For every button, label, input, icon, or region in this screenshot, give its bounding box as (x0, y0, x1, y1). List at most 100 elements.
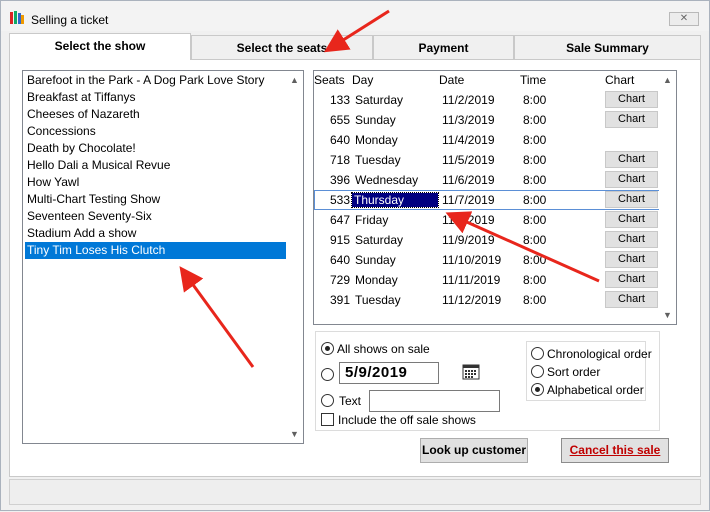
cancel-sale-button[interactable]: Cancel this sale (561, 438, 669, 463)
date-radio[interactable] (321, 368, 334, 381)
chart-button[interactable]: Chart (605, 291, 658, 308)
list-item[interactable]: Barefoot in the Park - A Dog Park Love S… (25, 72, 287, 89)
table-row[interactable]: 640 Monday 11/4/2019 8:00 (314, 130, 660, 150)
list-item[interactable]: How Yawl (25, 174, 287, 191)
seats-cell: 915 (329, 233, 350, 247)
day-cell: Monday (355, 133, 398, 147)
text-label: Text (339, 394, 362, 408)
list-item[interactable]: Cheeses of Nazareth (25, 106, 287, 123)
chart-button[interactable]: Chart (605, 151, 658, 168)
show-list[interactable]: Barefoot in the Park - A Dog Park Love S… (22, 70, 304, 444)
seats-cell: 133 (329, 93, 350, 107)
time-cell: 8:00 (523, 153, 547, 167)
date-cell: 11/3/2019 (442, 113, 495, 127)
chart-button[interactable]: Chart (605, 91, 658, 108)
time-cell: 8:00 (523, 133, 547, 147)
seats-cell: 396 (329, 173, 350, 187)
column-header-day: Day (352, 73, 374, 87)
scroll-down-icon[interactable]: ▼ (659, 308, 676, 322)
table-row[interactable]: 640 Sunday 11/10/2019 8:00 Chart (314, 250, 660, 270)
chart-button[interactable]: Chart (605, 111, 658, 128)
calendar-icon[interactable] (461, 363, 481, 381)
title-bar: Selling a ticket ✕ (1, 1, 709, 31)
seats-cell: 729 (329, 273, 350, 287)
tab-select-the-seats[interactable]: Select the seats (191, 35, 373, 59)
tab-label: Select the seats (236, 41, 328, 55)
date-cell: 11/8/2019 (442, 213, 495, 227)
date-cell: 11/10/2019 (442, 253, 502, 267)
date-cell: 11/12/2019 (442, 293, 502, 307)
performance-grid-scrollbar[interactable]: ▲ ▼ (659, 71, 676, 324)
day-cell: Saturday (355, 233, 404, 247)
include-off-sale-label: Include the off sale shows (338, 413, 476, 427)
sort-order-label: Sort order (547, 365, 601, 379)
table-row[interactable]: 655 Sunday 11/3/2019 8:00 Chart (314, 110, 660, 130)
day-cell: Sunday (355, 113, 396, 127)
time-cell: 8:00 (523, 253, 547, 267)
show-list-scrollbar[interactable]: ▲ ▼ (286, 71, 303, 443)
list-item[interactable]: Seventeen Seventy-Six (25, 208, 287, 225)
time-cell: 8:00 (523, 93, 547, 107)
day-cell: Friday (355, 213, 389, 227)
tab-label: Select the show (54, 39, 146, 53)
chart-button[interactable]: Chart (605, 211, 658, 228)
look-up-customer-button[interactable]: Look up customer (420, 438, 528, 463)
table-row[interactable]: 133 Saturday 11/2/2019 8:00 Chart (314, 90, 660, 110)
list-item[interactable]: Multi-Chart Testing Show (25, 191, 287, 208)
chart-button[interactable]: Chart (605, 271, 658, 288)
list-item[interactable]: Stadium Add a show (25, 225, 287, 242)
chart-button[interactable]: Chart (605, 251, 658, 268)
date-cell: 11/5/2019 (442, 153, 495, 167)
time-cell: 8:00 (523, 113, 547, 127)
scroll-down-icon[interactable]: ▼ (286, 427, 303, 441)
window-title: Selling a ticket (31, 13, 109, 27)
seats-cell: 640 (329, 133, 350, 147)
close-button[interactable]: ✕ (669, 12, 699, 26)
scroll-up-icon[interactable]: ▲ (659, 73, 676, 87)
seats-cell: 655 (329, 113, 350, 127)
date-cell: 11/4/2019 (442, 133, 495, 147)
tab-select-the-show[interactable]: Select the show (9, 33, 191, 60)
time-cell: 8:00 (523, 213, 547, 227)
seats-cell: 718 (329, 153, 350, 167)
time-cell: 8:00 (523, 173, 547, 187)
all-shows-radio[interactable] (321, 342, 334, 355)
sort-order-radio[interactable] (531, 365, 544, 378)
table-row[interactable]: 396 Wednesday 11/6/2019 8:00 Chart (314, 170, 660, 190)
text-search-input[interactable] (369, 390, 500, 412)
include-off-sale-checkbox[interactable] (321, 413, 334, 426)
date-cell: 11/2/2019 (442, 93, 495, 107)
text-radio[interactable] (321, 394, 334, 407)
table-row[interactable]: 718 Tuesday 11/5/2019 8:00 Chart (314, 150, 660, 170)
list-item[interactable]: Concessions (25, 123, 287, 140)
chart-button[interactable]: Chart (605, 191, 658, 208)
seats-cell: 647 (329, 213, 350, 227)
scroll-up-icon[interactable]: ▲ (286, 73, 303, 87)
date-cell: 11/9/2019 (442, 233, 495, 247)
chart-button[interactable]: Chart (605, 171, 658, 188)
list-item-selected[interactable]: Tiny Tim Loses His Clutch (25, 242, 287, 259)
alphabetical-radio[interactable] (531, 383, 544, 396)
chronological-radio[interactable] (531, 347, 544, 360)
app-icon (10, 11, 24, 24)
list-item[interactable]: Death by Chocolate! (25, 140, 287, 157)
tab-sale-summary[interactable]: Sale Summary (514, 35, 701, 59)
table-row[interactable]: 647 Friday 11/8/2019 8:00 Chart (314, 210, 660, 230)
tab-payment[interactable]: Payment (373, 35, 514, 59)
status-bar (9, 479, 701, 505)
chronological-label: Chronological order (547, 347, 652, 361)
day-cell: Tuesday (355, 153, 401, 167)
selling-ticket-window: Selling a ticket ✕ Select the show Selec… (0, 0, 710, 511)
table-row-selected[interactable]: 533 Thursday 11/7/2019 8:00 Chart (314, 190, 660, 210)
column-header-seats: Seats (314, 73, 345, 87)
table-row[interactable]: 915 Saturday 11/9/2019 8:00 Chart (314, 230, 660, 250)
day-cell: Saturday (355, 93, 404, 107)
list-item[interactable]: Breakfast at Tiffanys (25, 89, 287, 106)
table-row[interactable]: 391 Tuesday 11/12/2019 8:00 Chart (314, 290, 660, 310)
date-field[interactable]: 5/9/2019 (339, 362, 439, 384)
day-cell-editing[interactable]: Thursday (351, 192, 439, 208)
date-cell: 11/7/2019 (442, 193, 495, 207)
chart-button[interactable]: Chart (605, 231, 658, 248)
table-row[interactable]: 729 Monday 11/11/2019 8:00 Chart (314, 270, 660, 290)
list-item[interactable]: Hello Dali a Musical Revue (25, 157, 287, 174)
